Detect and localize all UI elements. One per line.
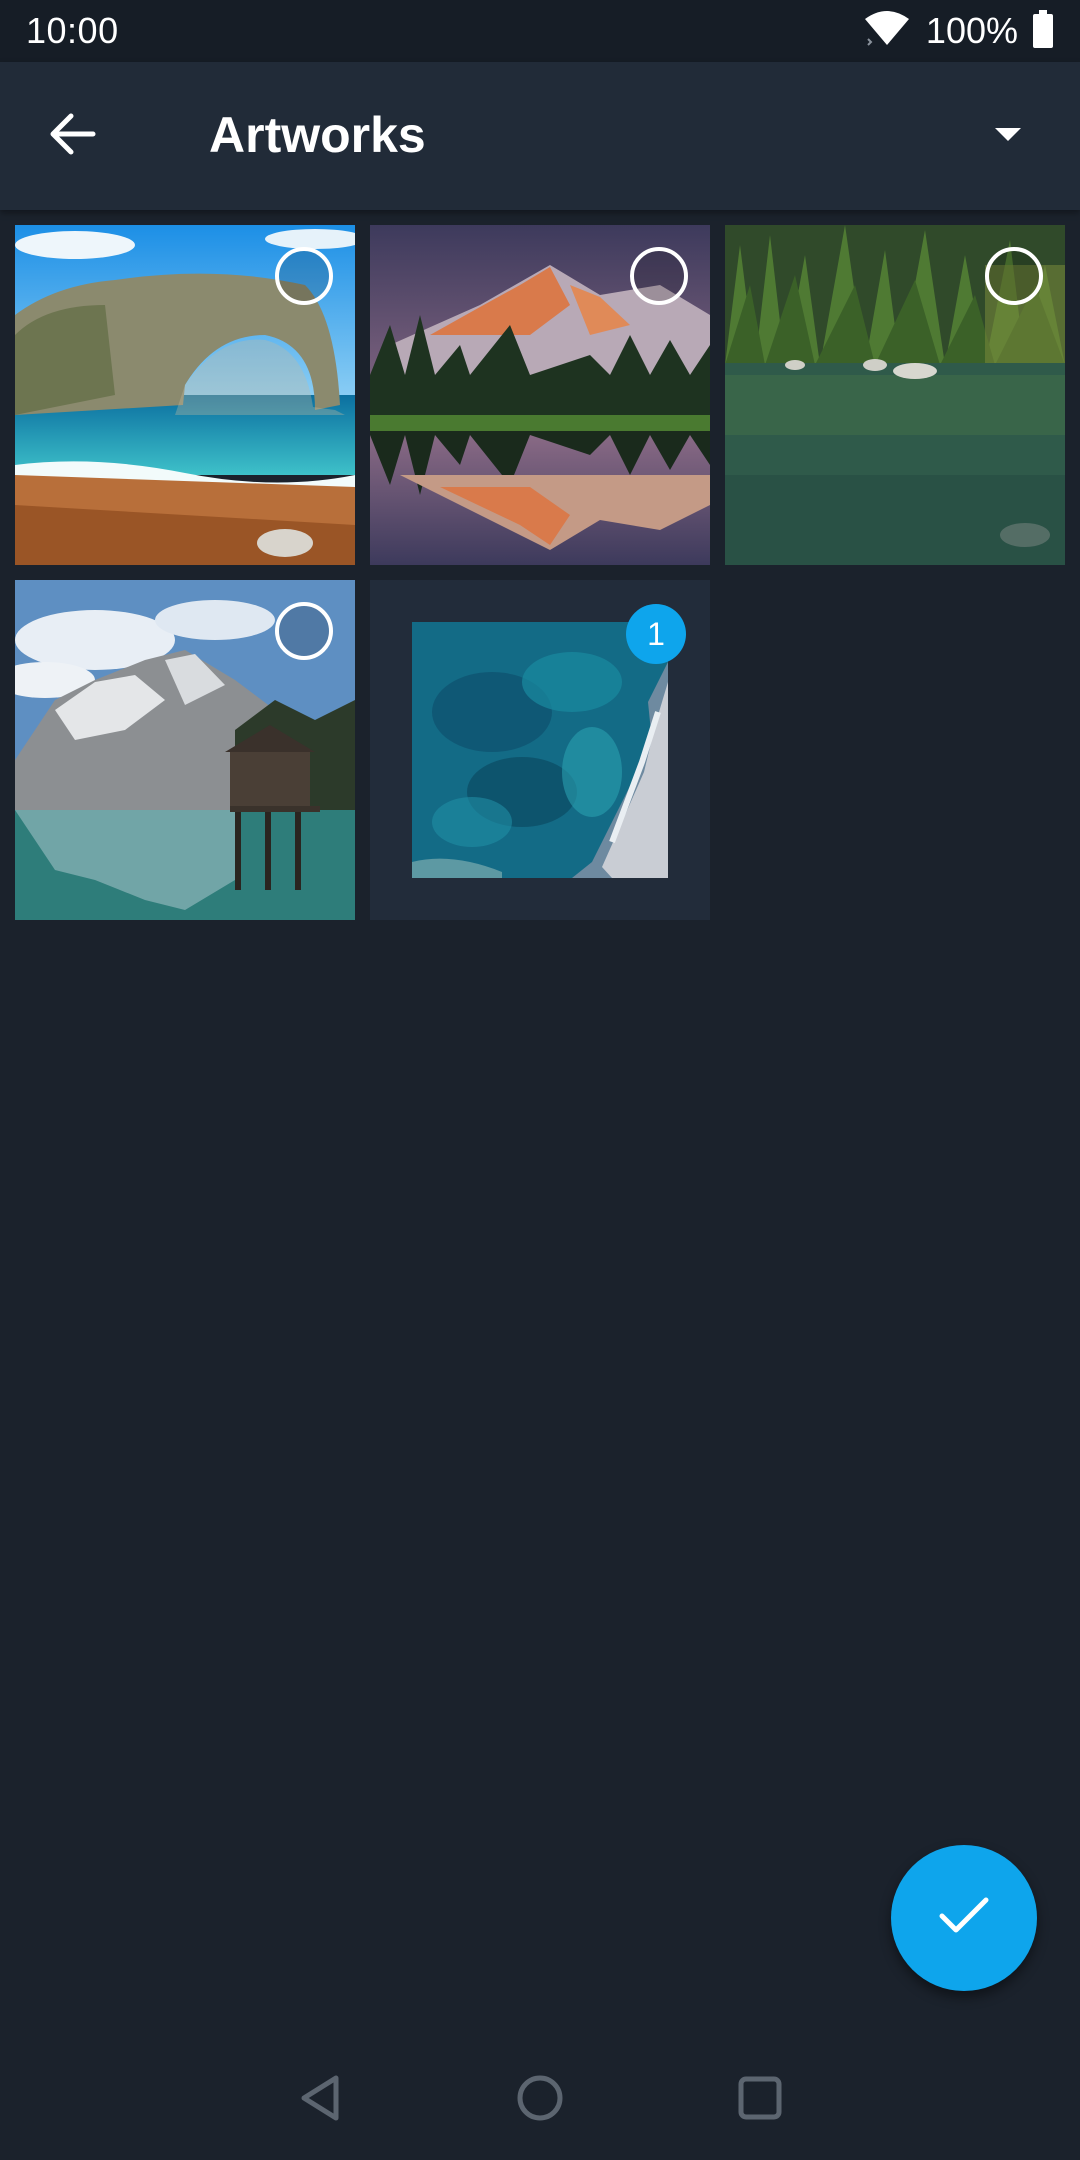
selection-ring[interactable]: [985, 247, 1043, 305]
back-triangle-icon: [298, 2074, 342, 2127]
selection-number: 1: [647, 615, 665, 652]
back-button[interactable]: [34, 100, 112, 172]
selection-count-badge[interactable]: 1: [626, 604, 686, 664]
wifi-icon: [862, 9, 912, 54]
arrow-back-icon: [49, 112, 97, 161]
recents-square-icon: [737, 2075, 783, 2126]
nav-back-button[interactable]: [282, 2062, 358, 2138]
artwork-tile-selected[interactable]: 1: [370, 580, 710, 920]
app-bar: Artworks: [0, 62, 1080, 210]
artwork-tile[interactable]: [15, 580, 355, 920]
selection-ring[interactable]: [630, 247, 688, 305]
dropdown-arrow-icon: [993, 126, 1023, 147]
status-icons: 100%: [862, 8, 1054, 54]
selection-ring[interactable]: [275, 602, 333, 660]
home-circle-icon: [516, 2074, 564, 2127]
nav-recents-button[interactable]: [722, 2062, 798, 2138]
artwork-tile[interactable]: [15, 225, 355, 565]
check-icon: [938, 1896, 990, 1941]
battery-percentage: 100%: [925, 10, 1018, 51]
nav-home-button[interactable]: [502, 2062, 578, 2138]
confirm-selection-button[interactable]: [891, 1845, 1037, 1991]
status-bar: 10:00 100%: [0, 0, 1080, 62]
status-time: 10:00: [26, 10, 119, 51]
selection-ring[interactable]: [275, 247, 333, 305]
system-navigation-bar: [0, 2040, 1080, 2160]
battery-icon: [1032, 9, 1054, 53]
artwork-tile[interactable]: [370, 225, 710, 565]
artwork-tile[interactable]: [725, 225, 1065, 565]
source-dropdown-button[interactable]: [970, 100, 1046, 172]
page-title: Artworks: [209, 107, 426, 163]
artwork-image-aerial-coast: [412, 622, 668, 878]
